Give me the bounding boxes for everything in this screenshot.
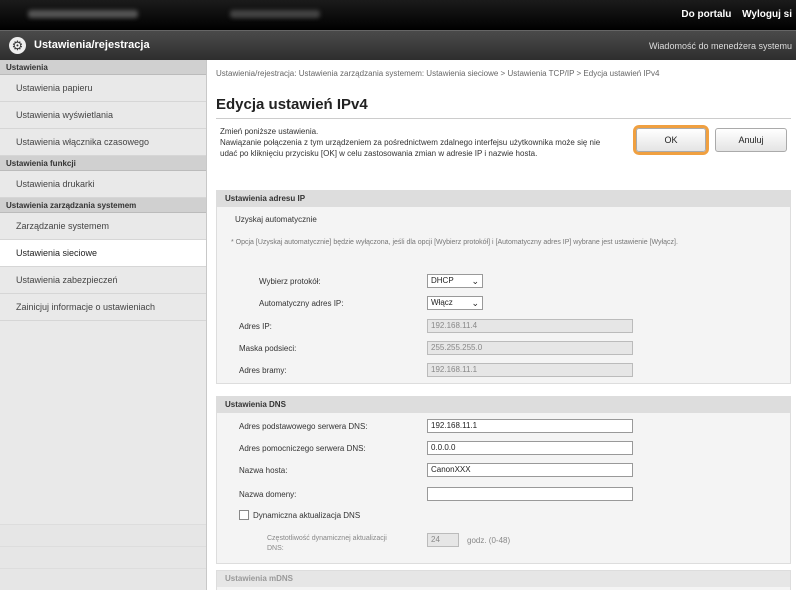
chevron-down-icon: ⌄ (471, 298, 479, 308)
mdns-settings-title: Ustawienia mDNS (217, 571, 790, 587)
ip-settings-panel: Ustawienia adresu IP Uzyskaj automatyczn… (216, 190, 791, 384)
auto-ip-value: Włącz (431, 298, 453, 307)
ip-address-field[interactable]: 192.168.11.4 (427, 319, 633, 333)
page-title: Edycja ustawień IPv4 (216, 96, 368, 113)
sidebar-item-display[interactable]: Ustawienia wyświetlania (0, 102, 206, 129)
settings-gear-icon: ⚙ (9, 37, 26, 54)
sidebar: Ustawienia Ustawienia papieru Ustawienia… (0, 60, 207, 590)
message-to-admin-link[interactable]: Wiadomość do menedżera systemu (649, 41, 792, 51)
sidebar-item-initialize[interactable]: Zainicjuj informacje o ustawieniach (0, 294, 206, 321)
domain-name-label: Nazwa domeny: (239, 490, 297, 499)
secondary-dns-label: Adres pomocniczego serwera DNS: (239, 444, 366, 453)
auto-note: * Opcja [Uzyskaj automatycznie] będzie w… (231, 239, 678, 246)
sidebar-item-security[interactable]: Ustawienia zabezpieczeń (0, 267, 206, 294)
protocol-value: DHCP (431, 276, 454, 285)
sidebar-item-paper[interactable]: Ustawienia papieru (0, 75, 206, 102)
ip-address-label: Adres IP: (239, 322, 272, 331)
host-name-field[interactable]: CanonXXX (427, 463, 633, 477)
portal-link[interactable]: Do portalu (681, 9, 731, 20)
ip-settings-title: Ustawienia adresu IP (217, 191, 790, 207)
breadcrumb: Ustawienia/rejestracja: Ustawienia zarzą… (216, 69, 660, 78)
dns-settings-panel: Ustawienia DNS Adres podstawowego serwer… (216, 396, 791, 564)
sidebar-section-settings: Ustawienia (0, 60, 206, 75)
frequency-label: Częstotliwość dynamicznej aktualizacji D… (267, 535, 387, 552)
dynamic-dns-label: Dynamiczna aktualizacja DNS (253, 511, 361, 520)
primary-dns-label: Adres podstawowego serwera DNS: (239, 422, 368, 431)
sidebar-item-network[interactable]: Ustawienia sieciowe (0, 240, 206, 267)
host-name-label: Nazwa hosta: (239, 466, 288, 475)
chevron-down-icon: ⌄ (471, 276, 479, 286)
divider (216, 118, 791, 119)
secondary-dns-field[interactable]: 0.0.0.0 (427, 441, 633, 455)
protocol-select[interactable]: DHCP ⌄ (427, 274, 483, 288)
frequency-field[interactable]: 24 (427, 533, 459, 547)
cancel-button[interactable]: Anuluj (715, 128, 787, 152)
blurred-logo (28, 10, 138, 18)
gateway-field[interactable]: 192.168.11.1 (427, 363, 633, 377)
title-bar: ⚙ Ustawienia/rejestracja Wiadomość do me… (0, 30, 796, 60)
frequency-unit: godz. (0-48) (467, 536, 511, 545)
sidebar-item-timer[interactable]: Ustawienia włącznika czasowego (0, 129, 206, 156)
domain-name-field[interactable] (427, 487, 633, 501)
mdns-settings-panel: Ustawienia mDNS (216, 570, 791, 590)
top-links: Do portalu Wyloguj si (673, 9, 792, 20)
protocol-label: Wybierz protokół: (259, 277, 321, 286)
sidebar-section-system: Ustawienia zarządzania systemem (0, 198, 206, 213)
sidebar-item-system-management[interactable]: Zarządzanie systemem (0, 213, 206, 240)
dynamic-dns-checkbox[interactable] (239, 510, 249, 520)
auto-ip-label: Automatyczny adres IP: (259, 299, 344, 308)
subnet-mask-label: Maska podsieci: (239, 344, 297, 353)
main-content: Ustawienia/rejestracja: Ustawienia zarzą… (208, 60, 796, 590)
page-header-title: Ustawienia/rejestracja (34, 39, 150, 51)
top-bar: Do portalu Wyloguj si (0, 0, 796, 30)
blurred-text (230, 10, 320, 18)
dns-settings-title: Ustawienia DNS (217, 397, 790, 413)
sidebar-item-printer[interactable]: Ustawienia drukarki (0, 171, 206, 198)
auto-ip-select[interactable]: Włącz ⌄ (427, 296, 483, 310)
gateway-label: Adres bramy: (239, 366, 287, 375)
ok-button[interactable]: OK (636, 128, 706, 152)
sidebar-footer (0, 524, 206, 590)
logout-link[interactable]: Wyloguj si (742, 9, 792, 20)
sidebar-section-functions: Ustawienia funkcji (0, 156, 206, 171)
intro-text: Zmień poniższe ustawienia. Nawiązanie po… (220, 127, 601, 158)
primary-dns-field[interactable]: 192.168.11.1 (427, 419, 633, 433)
subnet-mask-field[interactable]: 255.255.255.0 (427, 341, 633, 355)
obtain-automatically-label: Uzyskaj automatycznie (235, 215, 317, 224)
